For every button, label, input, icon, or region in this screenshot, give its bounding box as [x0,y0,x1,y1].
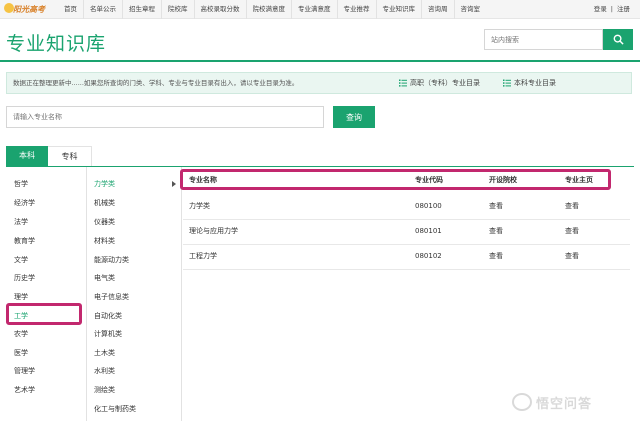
nav-item-scores[interactable]: 高校录取分数 [193,0,246,19]
header-divider [0,60,640,62]
category-column-divider [86,167,87,421]
major-name-cell[interactable]: 理论与应用力学 [189,217,238,245]
auth-links: 登录 | 注册 [592,0,632,19]
nav-item-charter[interactable]: 招生章程 [122,0,161,19]
subcategory-item[interactable]: 机械类 [94,198,115,208]
undergrad-catalog-link[interactable]: 本科专业目录 [503,73,556,93]
subcategory-item[interactable]: 水利类 [94,366,115,376]
subcategory-item[interactable]: 电气类 [94,273,115,283]
nav-item-major-recommend[interactable]: 专业推荐 [336,0,376,19]
nav-item-major-knowledge[interactable]: 专业知识库 [375,0,422,19]
nav-item-consult-week[interactable]: 咨询周 [421,0,454,19]
nav-item-school-satisfaction[interactable]: 院校满意度 [245,0,292,19]
category-item[interactable]: 法学 [14,217,28,227]
site-search-input[interactable] [484,29,603,50]
search-icon [613,34,624,45]
category-item[interactable]: 文学 [14,255,28,265]
nav-item-major-satisfaction[interactable]: 专业满意度 [291,0,337,19]
vocational-catalog-link[interactable]: 高职（专科）专业目录 [399,73,480,93]
selected-category-highlight [6,303,82,325]
logo-text: 阳光高考 [13,4,45,14]
subcategory-item-selected[interactable]: 力学类 [94,179,115,189]
level-tabs: 本科 专科 [6,146,92,166]
table-row: 力学类 080100 查看 查看 [183,192,630,220]
register-link[interactable]: 注册 [615,5,632,13]
list-icon [503,79,511,87]
subcategory-item[interactable]: 材料类 [94,236,115,246]
site-search-button[interactable] [603,29,633,50]
subcategory-item[interactable]: 土木类 [94,348,115,358]
category-item[interactable]: 农学 [14,329,28,339]
notice-text: 数据正在整理更新中......如果您所查询的门类、学科、专业与专业目录有出入，请… [13,79,299,87]
list-icon [399,79,407,87]
nav-item-home[interactable]: 首页 [58,0,83,19]
table-header-highlight [180,169,611,190]
nav-item-schools[interactable]: 院校库 [161,0,194,19]
main-nav: 首页 名单公示 招生章程 院校库 高校录取分数 院校满意度 专业满意度 专业推荐… [58,0,486,19]
major-name-cell[interactable]: 工程力学 [189,242,217,270]
view-home-link[interactable]: 查看 [565,217,579,245]
view-home-link[interactable]: 查看 [565,192,579,220]
nav-item-consult-room[interactable]: 咨询室 [453,0,487,19]
subcategory-item[interactable]: 仪器类 [94,217,115,227]
major-code-cell: 080101 [415,227,442,235]
chevron-right-icon [172,181,176,187]
category-item[interactable]: 教育学 [14,236,35,246]
category-item[interactable]: 管理学 [14,366,35,376]
nav-item-list[interactable]: 名单公示 [83,0,122,19]
vocational-catalog-label: 高职（专科）专业目录 [410,79,480,87]
major-code-cell: 080102 [415,252,442,260]
view-home-link[interactable]: 查看 [565,242,579,270]
category-item[interactable]: 哲学 [14,179,28,189]
tab-vocational[interactable]: 专科 [48,146,92,166]
watermark-text: 悟空问答 [536,396,593,412]
view-schools-link[interactable]: 查看 [489,242,503,270]
view-schools-link[interactable]: 查看 [489,217,503,245]
site-logo[interactable]: 阳光高考 [4,2,50,17]
category-item[interactable]: 艺术学 [14,385,35,395]
table-row: 理论与应用力学 080101 查看 查看 [183,217,630,245]
watermark: 悟空问答 [512,392,592,412]
subcategory-item[interactable]: 化工与制药类 [94,404,136,414]
major-name-input[interactable] [6,106,324,128]
major-name-cell[interactable]: 力学类 [189,192,210,220]
subcategory-item[interactable]: 测绘类 [94,385,115,395]
subcategory-item[interactable]: 电子信息类 [94,292,129,302]
major-code-cell: 080100 [415,202,442,210]
category-item[interactable]: 医学 [14,348,28,358]
tab-undergrad[interactable]: 本科 [6,146,48,166]
undergrad-catalog-label: 本科专业目录 [514,79,556,87]
page-title: 专业知识库 [6,33,107,55]
subcategory-item[interactable]: 计算机类 [94,329,122,339]
notice-banner: 数据正在整理更新中......如果您所查询的门类、学科、专业与专业目录有出入，请… [6,72,632,94]
chat-bubble-icon [512,393,532,411]
view-schools-link[interactable]: 查看 [489,192,503,220]
query-button[interactable]: 查询 [333,106,375,128]
category-item[interactable]: 历史学 [14,273,35,283]
login-link[interactable]: 登录 [592,5,609,13]
subcategory-item[interactable]: 自动化类 [94,311,122,321]
tabs-underline [6,166,634,167]
top-nav-bar: 阳光高考 首页 名单公示 招生章程 院校库 高校录取分数 院校满意度 专业满意度… [0,0,640,19]
subcategory-column-divider [181,167,182,421]
subcategory-item[interactable]: 能源动力类 [94,255,129,265]
category-item[interactable]: 经济学 [14,198,35,208]
category-item[interactable]: 理学 [14,292,28,302]
table-row: 工程力学 080102 查看 查看 [183,242,630,270]
